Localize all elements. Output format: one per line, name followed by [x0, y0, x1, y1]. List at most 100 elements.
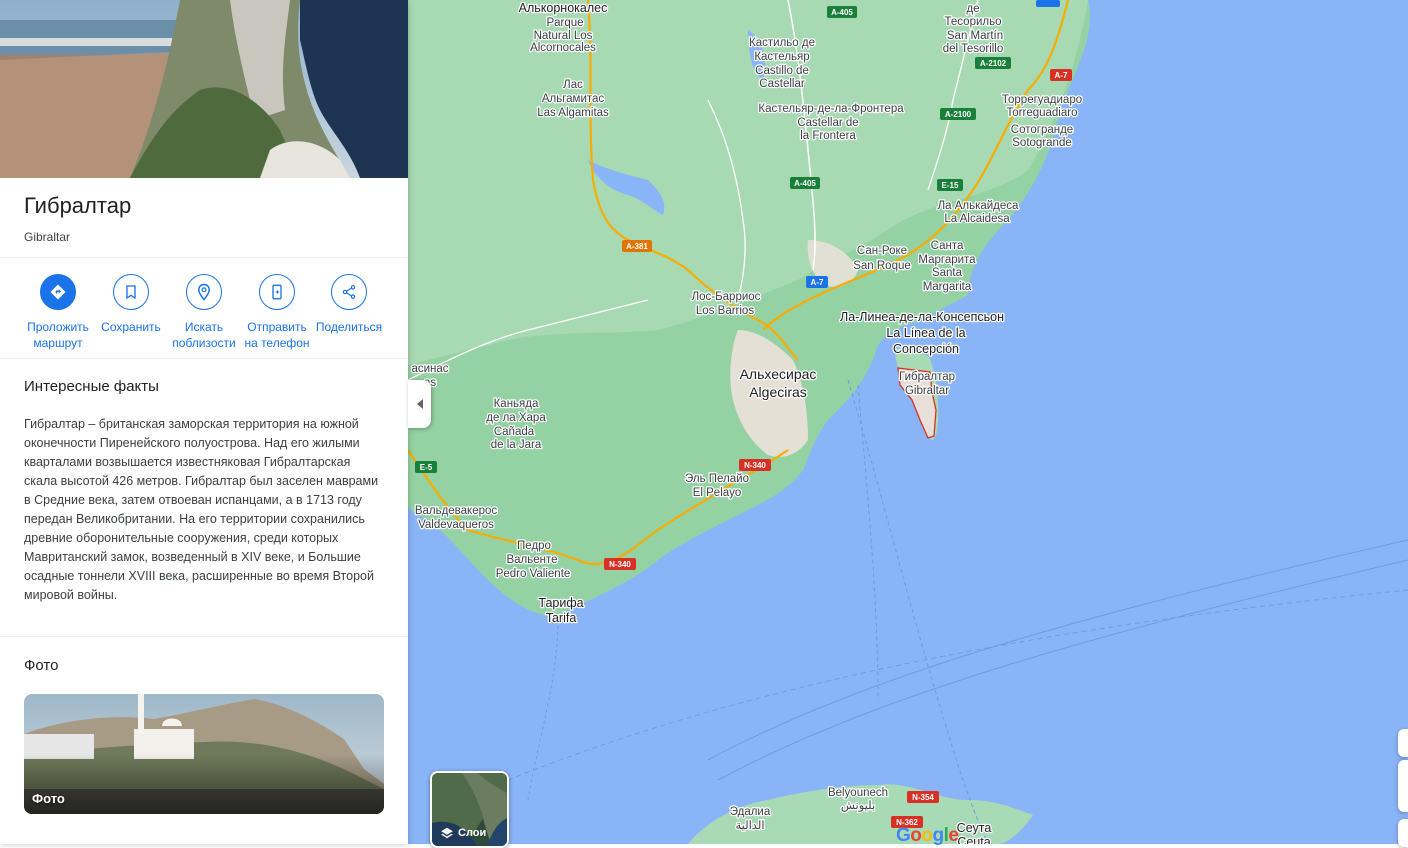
photo-thumbnail[interactable]: Фото: [24, 694, 384, 814]
hero-photo[interactable]: [0, 0, 408, 178]
zoom-out-button[interactable]: [1398, 819, 1408, 847]
map-label: الدالية: [735, 819, 764, 832]
road-shield: E-5: [415, 461, 437, 473]
facts-heading: Интересные факты: [24, 378, 159, 395]
svg-text:E-15: E-15: [942, 181, 959, 190]
map-label: Вальенте: [506, 554, 557, 566]
svg-text:A-7: A-7: [811, 278, 824, 287]
action-label: Искать: [184, 320, 224, 334]
map-label: Sotogrande: [1012, 137, 1071, 149]
map-label: la Frontera: [800, 130, 856, 142]
map-label: Сотогранде: [1011, 124, 1073, 136]
action-label: Отправить: [247, 320, 307, 334]
road-shield: A-381: [622, 240, 652, 252]
road-shield: N-354: [907, 791, 939, 803]
place-subtitle: Gibraltar: [24, 230, 71, 244]
send-to-phone-button[interactable]: Отправить на телефон: [237, 274, 317, 351]
road-shield: A-2102: [975, 57, 1011, 69]
road-shield: [1036, 0, 1060, 7]
map-label: Las Algamitas: [537, 107, 609, 119]
street-view-button[interactable]: [1398, 760, 1408, 812]
map-label: Каньяда: [494, 398, 539, 410]
road-shield: N-340: [739, 459, 771, 471]
map-label: Ла-Линеа-де-ла-Консепсьон: [840, 310, 1004, 324]
svg-text:A-2100: A-2100: [945, 110, 972, 119]
road-shield: E-15: [937, 179, 963, 191]
place-title: Гибралтар: [24, 193, 132, 218]
directions-icon: [40, 274, 76, 310]
map-label: Альхесирас: [740, 366, 817, 382]
map-label: Лас: [563, 79, 583, 91]
map-label: Эдалиа: [730, 806, 771, 818]
nearby-search-button[interactable]: Искать поблизости: [164, 274, 244, 351]
map-label: Cañada: [494, 426, 535, 438]
place-header: Гибралтар Gibraltar: [24, 193, 131, 244]
map-label: بليونش: [841, 799, 875, 812]
road-shield: A-7: [1050, 69, 1072, 81]
map-label: Кастельяр: [754, 51, 809, 63]
action-label: на телефон: [244, 336, 310, 350]
map-label: Сан-Роке: [857, 245, 907, 257]
map-label: Ceuta: [957, 835, 990, 844]
divider: [0, 257, 408, 258]
map-label: Альгамитас: [542, 93, 605, 105]
map-label: Tarifa: [546, 611, 577, 625]
save-button[interactable]: Сохранить: [91, 274, 171, 335]
collapse-panel-button[interactable]: [408, 380, 431, 428]
action-label: Поделиться: [315, 320, 383, 334]
svg-text:A-405: A-405: [831, 8, 853, 17]
svg-text:A-2102: A-2102: [980, 59, 1007, 68]
map-label: Вальдевакерос: [415, 505, 498, 517]
map-label: Ла Алькайдеса: [938, 200, 1019, 212]
divider: [0, 358, 408, 359]
road-shield: A-7: [806, 276, 828, 288]
map-label: Natural Los: [534, 30, 593, 42]
map-label: Santa: [932, 267, 963, 279]
photos-heading: Фото: [24, 657, 59, 674]
map-label: Valdevaqueros: [418, 519, 494, 531]
map-label: де ла Хара: [486, 412, 546, 424]
layers-button[interactable]: Слои: [430, 771, 509, 848]
svg-text:E-5: E-5: [420, 463, 433, 472]
map-label: Pedro Valiente: [496, 568, 571, 580]
svg-text:A-381: A-381: [626, 242, 648, 251]
map-label: Castellar: [759, 78, 805, 90]
svg-text:A-405: A-405: [794, 179, 816, 188]
map-label: Parque: [546, 17, 583, 29]
layers-text: Слои: [458, 827, 487, 839]
map-label: Algeciras: [749, 384, 807, 400]
map-canvas[interactable]: Алькорнокалес Parque Natural Los Alcorno…: [408, 0, 1408, 844]
map-label: Los Barrios: [696, 305, 754, 317]
map-label: Лос-Барриос: [692, 291, 761, 303]
map-label: Gibraltar: [905, 385, 949, 397]
map-label: Concepción: [893, 342, 959, 356]
share-icon: [331, 274, 367, 310]
map-label: Margarita: [923, 281, 972, 293]
zoom-in-button[interactable]: [1398, 729, 1408, 757]
svg-text:N-340: N-340: [609, 560, 631, 569]
photo-label: Фото: [32, 791, 65, 806]
photo-image: [24, 694, 384, 814]
road-shield: A-405: [827, 6, 857, 18]
share-button[interactable]: Поделиться: [309, 274, 389, 335]
svg-text:A-7: A-7: [1055, 71, 1068, 80]
send-to-phone-icon: [259, 274, 295, 310]
map-label: del Tesorillo: [943, 43, 1004, 55]
map-label: де: [966, 3, 979, 15]
map-label: Алькорнокалес: [519, 1, 608, 15]
map-label: Санта: [931, 240, 964, 252]
divider: [0, 636, 408, 637]
map-label: San Roque: [853, 260, 911, 272]
map-label: Torreguadiaro: [1007, 107, 1078, 119]
map-label: San Martín: [947, 30, 1003, 42]
road-shield: N-340: [604, 558, 636, 570]
map-label: de la Jara: [491, 439, 542, 451]
map-label: Педро: [517, 540, 551, 552]
action-label: маршрут: [33, 336, 83, 350]
map-label: Эль Пелайо: [685, 473, 749, 485]
layers-icon: [441, 827, 453, 839]
directions-button[interactable]: Проложить маршрут: [18, 274, 98, 351]
map-label: La Alcaidesa: [944, 213, 1010, 225]
map-label: Castillo de: [755, 65, 809, 77]
svg-text:N-340: N-340: [744, 461, 766, 470]
